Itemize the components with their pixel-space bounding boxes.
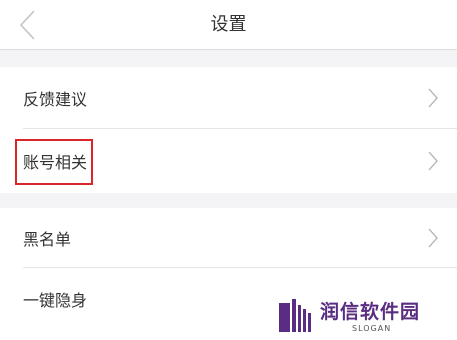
top-nav-bar: 设置 bbox=[0, 0, 457, 50]
menu-item-label: 黑名单 bbox=[23, 230, 72, 249]
highlight-box bbox=[15, 139, 93, 185]
menu-item-label: 反馈建议 bbox=[23, 90, 88, 109]
chevron-right-icon bbox=[427, 150, 439, 172]
watermark-slogan: SLOGAN bbox=[352, 324, 392, 333]
chevron-right-icon bbox=[427, 87, 439, 109]
page-title: 设置 bbox=[210, 14, 247, 35]
menu-item-label: 一键隐身 bbox=[23, 291, 88, 310]
watermark-logo: 润信软件园 SLOGAN bbox=[276, 297, 441, 337]
watermark-text: 润信软件园 bbox=[320, 301, 421, 323]
logo-mark-icon bbox=[279, 299, 313, 332]
section-separator bbox=[0, 50, 457, 67]
menu-item-blacklist[interactable]: 黑名单 bbox=[0, 208, 457, 268]
settings-screen: 设置 反馈建议 账号相关 黑名单 一键隐身 润信软件园 SLOGAN bbox=[0, 0, 457, 340]
chevron-right-icon bbox=[427, 227, 439, 249]
section-separator bbox=[0, 193, 457, 208]
menu-item-feedback[interactable]: 反馈建议 bbox=[0, 67, 457, 129]
